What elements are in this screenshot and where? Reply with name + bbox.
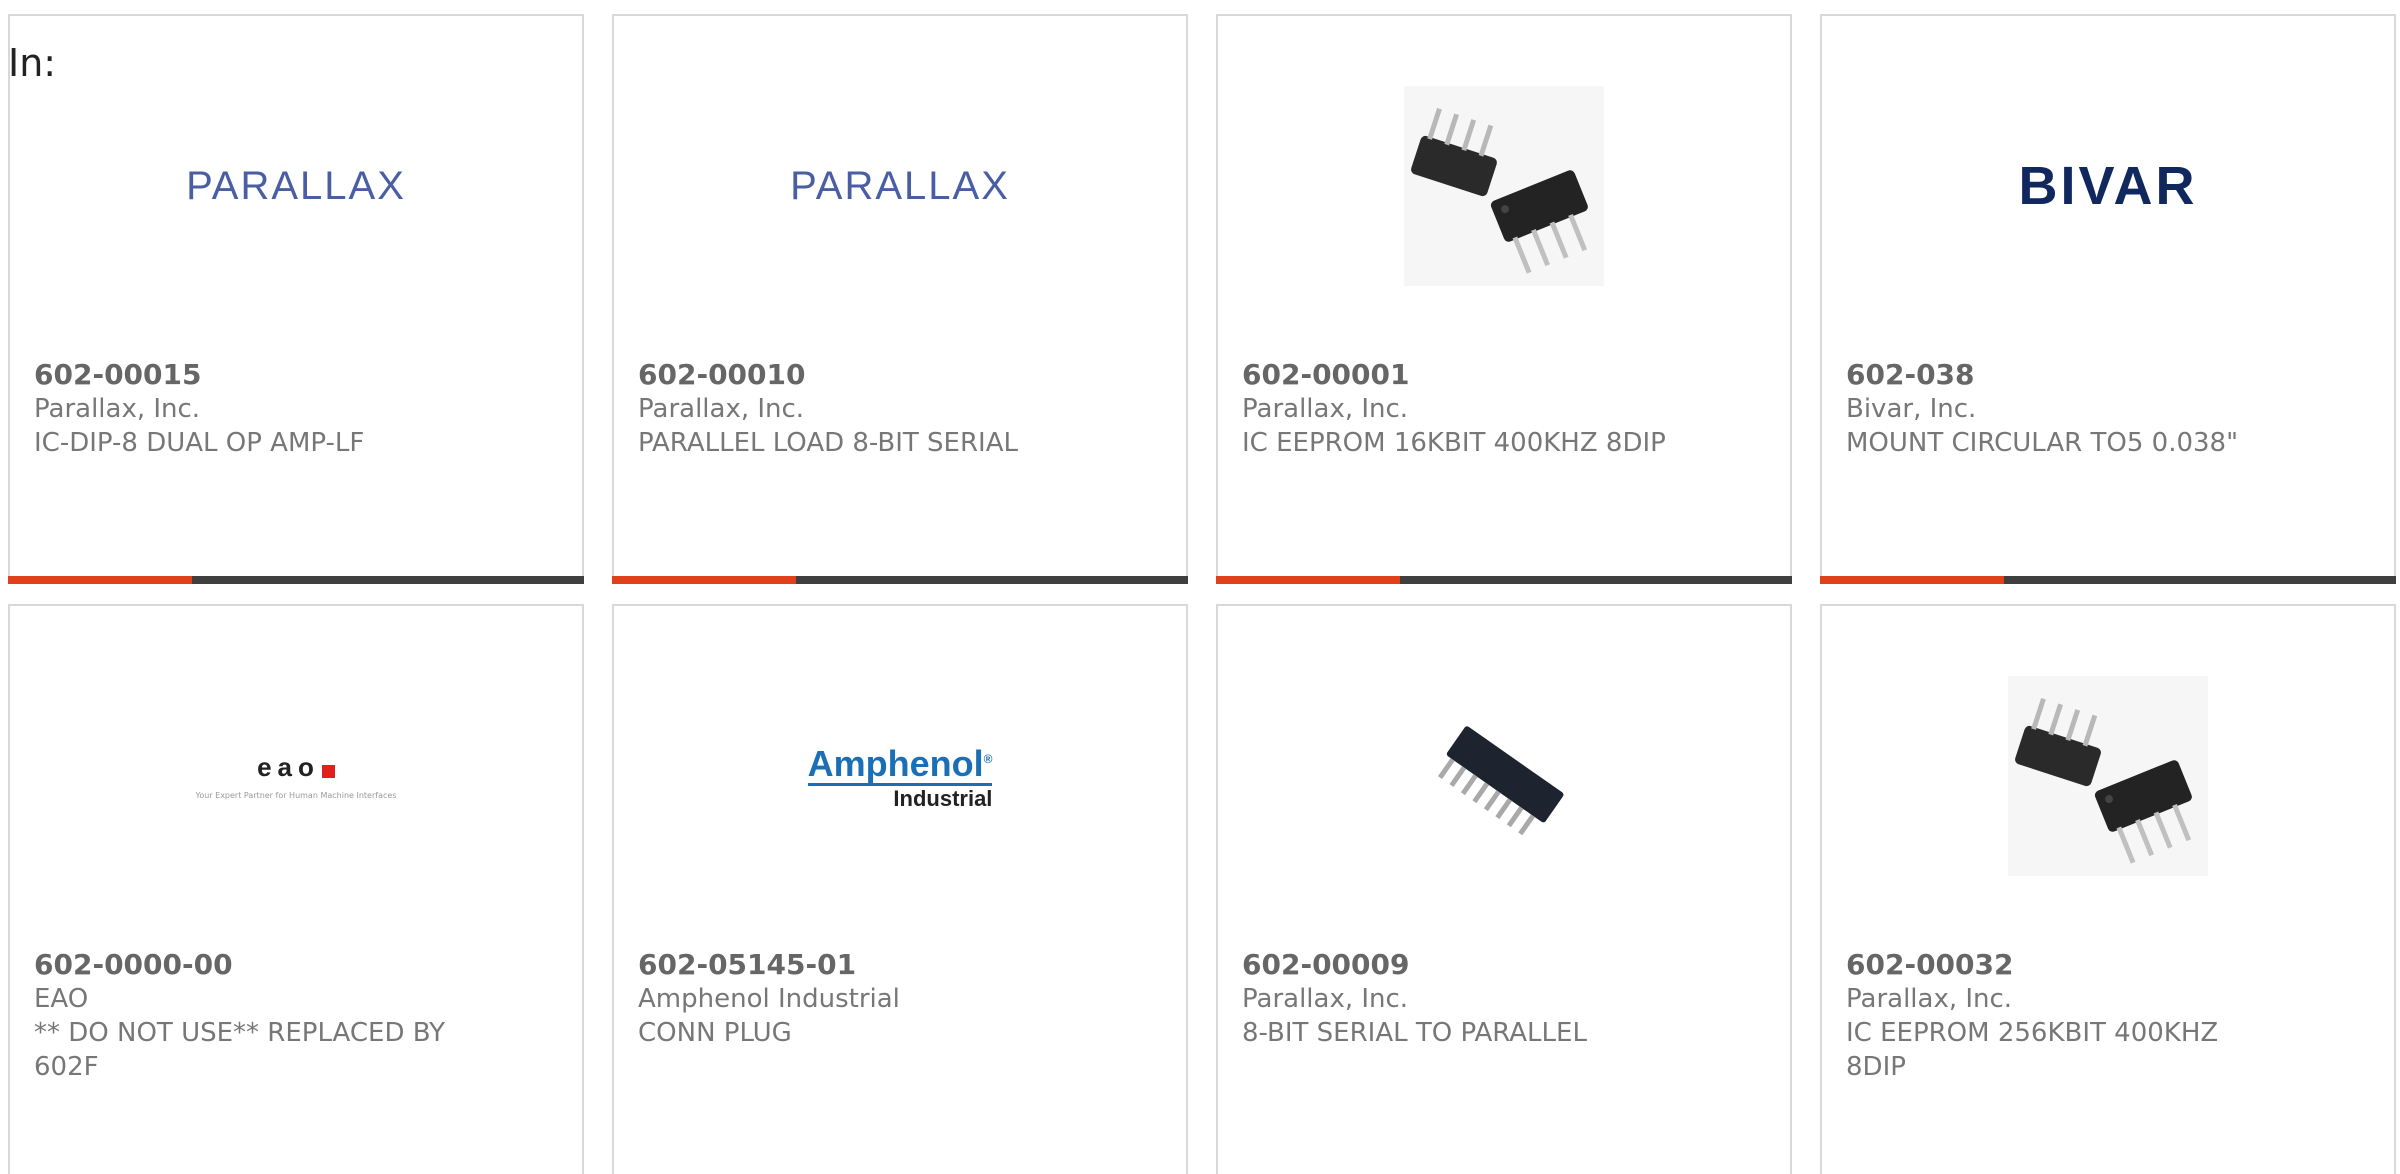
dip16-chip-photo (1437, 726, 1564, 836)
parallax-logo: PARALLAX (186, 163, 406, 208)
product-image: eao Your Expert Partner for Human Machin… (10, 656, 582, 896)
product-card[interactable]: Amphenol® Industrial 602-05145-01 Amphen… (612, 604, 1188, 1174)
bivar-logo: BIVAR (2018, 156, 2198, 216)
dip8-chips-photo (2008, 676, 2208, 876)
card-accent-fill (1216, 576, 1401, 584)
card-accent-fill (1820, 576, 2005, 584)
amphenol-logo-subtext: Industrial (893, 786, 993, 811)
eao-logo: eao Your Expert Partner for Human Machin… (196, 752, 397, 800)
product-image (1218, 66, 1790, 306)
manufacturer-name: Parallax, Inc. (1242, 394, 1409, 424)
product-card[interactable]: PARALLAX 602-00010 Parallax, Inc. PARALL… (612, 14, 1188, 584)
part-number[interactable]: 602-00032 (1846, 948, 2366, 982)
manufacturer-name: Parallax, Inc. (34, 394, 201, 424)
eao-logo-square (321, 765, 335, 778)
card-accent-bar (612, 576, 1188, 584)
card-accent-fill (8, 576, 193, 584)
card-accent-bar (1216, 576, 1792, 584)
product-description: ** DO NOT USE** REPLACED BY 602F (34, 1018, 446, 1082)
card-accent-bar (8, 576, 584, 584)
product-card[interactable]: BIVAR 602-038 Bivar, Inc. MOUNT CIRCULAR… (1820, 14, 2396, 584)
eao-logo-text: eao (257, 752, 320, 782)
product-description: CONN PLUG (638, 1018, 792, 1048)
product-card[interactable]: 602-00032 Parallax, Inc. IC EEPROM 256KB… (1820, 604, 2396, 1174)
product-grid: PARALLAX 602-00015 Parallax, Inc. IC-DIP… (0, 0, 2400, 1174)
amphenol-logo: Amphenol® Industrial (807, 740, 993, 812)
manufacturer-name: Amphenol Industrial (638, 984, 900, 1014)
manufacturer-name: Parallax, Inc. (1242, 984, 1409, 1014)
product-card[interactable]: 602-00009 Parallax, Inc. 8-BIT SERIAL TO… (1216, 604, 1792, 1174)
product-image (1822, 656, 2394, 896)
product-description: 8-BIT SERIAL TO PARALLEL (1242, 1018, 1587, 1048)
product-card[interactable]: PARALLAX 602-00015 Parallax, Inc. IC-DIP… (8, 14, 584, 584)
eao-logo-tagline: Your Expert Partner for Human Machine In… (195, 791, 397, 800)
product-description: IC-DIP-8 DUAL OP AMP-LF (34, 428, 365, 458)
amphenol-logo-text: Amphenol (807, 743, 984, 784)
product-image: BIVAR (1822, 66, 2394, 306)
product-description: IC EEPROM 16KBIT 400KHZ 8DIP (1242, 428, 1666, 458)
product-description: MOUNT CIRCULAR TO5 0.038" (1846, 428, 2239, 458)
part-number[interactable]: 602-00015 (34, 358, 554, 392)
part-number[interactable]: 602-00009 (1242, 948, 1762, 982)
part-number[interactable]: 602-00010 (638, 358, 1158, 392)
part-number[interactable]: 602-038 (1846, 358, 2366, 392)
dip8-chips-photo (1404, 86, 1604, 286)
product-card[interactable]: eao Your Expert Partner for Human Machin… (8, 604, 584, 1174)
product-image: Amphenol® Industrial (614, 656, 1186, 896)
product-description: PARALLEL LOAD 8-BIT SERIAL (638, 428, 1018, 458)
part-number[interactable]: 602-05145-01 (638, 948, 1158, 982)
product-image (1218, 656, 1790, 896)
parallax-logo: PARALLAX (790, 163, 1010, 208)
manufacturer-name: Bivar, Inc. (1846, 394, 1977, 424)
product-description: IC EEPROM 256KBIT 400KHZ 8DIP (1846, 1018, 2219, 1082)
manufacturer-name: Parallax, Inc. (638, 394, 805, 424)
product-image: PARALLAX (10, 66, 582, 306)
manufacturer-name: EAO (34, 984, 89, 1014)
card-accent-fill (612, 576, 797, 584)
in-label: In: (8, 41, 57, 85)
product-image: PARALLAX (614, 66, 1186, 306)
product-card[interactable]: 602-00001 Parallax, Inc. IC EEPROM 16KBI… (1216, 14, 1792, 584)
part-number[interactable]: 602-0000-00 (34, 948, 554, 982)
card-accent-bar (1820, 576, 2396, 584)
part-number[interactable]: 602-00001 (1242, 358, 1762, 392)
manufacturer-name: Parallax, Inc. (1846, 984, 2013, 1014)
